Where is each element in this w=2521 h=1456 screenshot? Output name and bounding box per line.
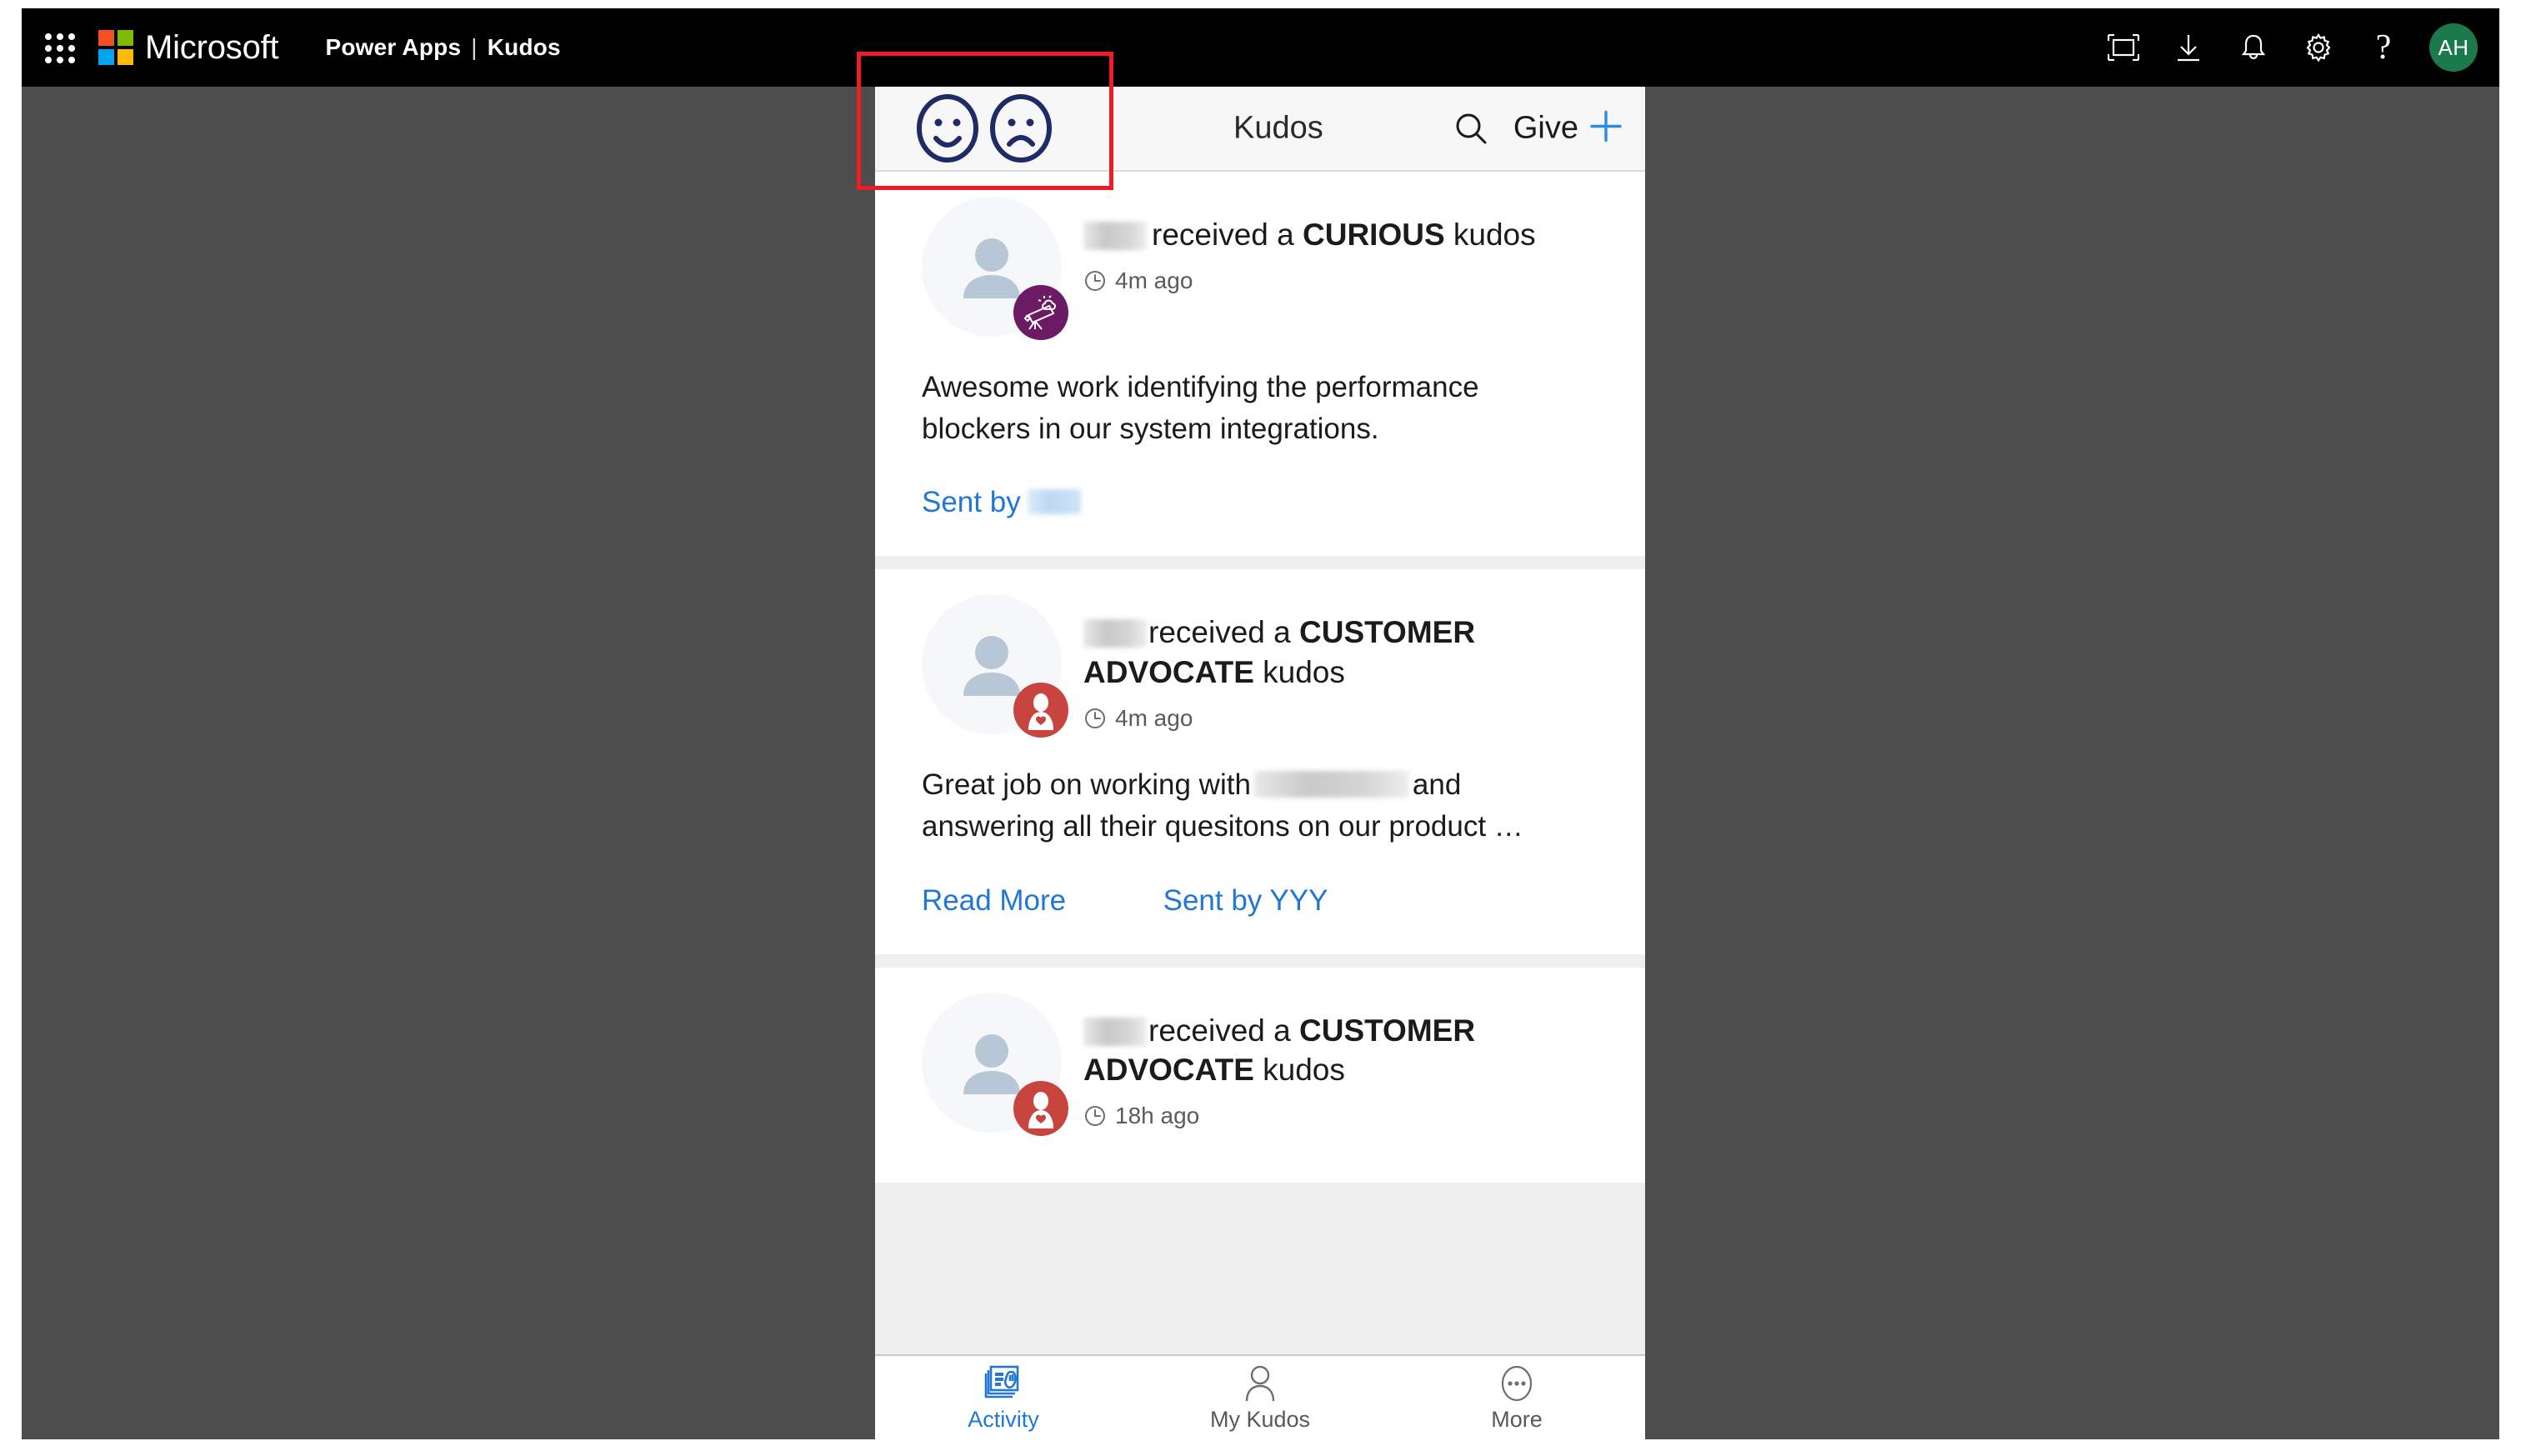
telescope-icon xyxy=(1013,285,1068,340)
help-question-icon[interactable]: ? xyxy=(2351,15,2416,80)
kudos-card-header: received a CUSTOMER ADVOCATE kudos xyxy=(875,992,1645,1136)
kudos-card-header: received a CUSTOMER ADVOCATE kudos xyxy=(875,594,1645,738)
customer-advocate-icon xyxy=(1013,683,1068,738)
sent-by-label: Sent by xyxy=(922,486,1021,519)
timestamp-label: 4m ago xyxy=(1115,268,1193,294)
microsoft-suite-bar: Microsoft Power Apps | Kudos ? AH xyxy=(22,8,2499,87)
screenshot-root: Microsoft Power Apps | Kudos ? AH Kudos … xyxy=(0,0,2521,1456)
customer-advocate-icon xyxy=(1013,1080,1068,1136)
timestamp-label: 18h ago xyxy=(1115,1103,1200,1129)
kudos-headline: received a CUSTOMER ADVOCATE kudos xyxy=(1083,613,1612,692)
received-text: received a xyxy=(1148,1013,1291,1048)
suite-bar-actions: ? AH xyxy=(2091,15,2478,80)
kudos-timestamp: 4m ago xyxy=(1083,705,1612,732)
plus-icon xyxy=(1587,108,1625,150)
nav-label-activity: Activity xyxy=(968,1406,1039,1432)
faces-toggle-region[interactable] xyxy=(915,93,1053,164)
nav-label-more: More xyxy=(1491,1406,1543,1432)
breadcrumb-page-name: Kudos xyxy=(487,34,561,60)
kudos-card[interactable]: received a CUSTOMER ADVOCATE kudos xyxy=(875,967,1645,1183)
notification-bell-icon[interactable] xyxy=(2221,15,2286,80)
avatar[interactable]: AH xyxy=(2429,23,2478,72)
card-spacer xyxy=(875,1133,1645,1183)
redacted-recipient-name xyxy=(1083,619,1147,648)
bottom-navigation: Activity My Kudos More xyxy=(875,1354,1645,1439)
kudos-suffix: kudos xyxy=(1453,218,1536,252)
clock-icon xyxy=(1083,269,1107,293)
nav-item-my-kudos[interactable]: My Kudos xyxy=(1132,1356,1388,1439)
kudos-body-before: Great job on working with xyxy=(922,768,1251,802)
microsoft-logo-icon xyxy=(98,30,133,65)
kudos-feed[interactable]: received a CURIOUS kudos 4m ago Awesome … xyxy=(875,172,1645,1354)
recipient-avatar xyxy=(922,992,1068,1136)
redacted-body-name xyxy=(1253,771,1409,798)
focus-mode-icon[interactable] xyxy=(2091,15,2156,80)
breadcrumb-app-name: Power Apps xyxy=(325,34,462,60)
card-spacer xyxy=(875,918,1645,954)
nav-item-more[interactable]: More xyxy=(1388,1356,1645,1439)
happy-face-icon[interactable] xyxy=(915,93,980,164)
person-icon xyxy=(1242,1363,1278,1403)
kudos-timestamp: 18h ago xyxy=(1083,1103,1612,1129)
redacted-recipient-name xyxy=(1083,1017,1147,1046)
app-launcher-icon[interactable] xyxy=(40,28,78,67)
recipient-avatar xyxy=(922,197,1068,340)
breadcrumb[interactable]: Power Apps | Kudos xyxy=(325,34,560,61)
kudos-app-panel: Kudos Give received a CURIOUS kudos 4m a… xyxy=(875,87,1645,1439)
app-header: Kudos Give xyxy=(875,87,1645,172)
nav-item-activity[interactable]: Activity xyxy=(875,1356,1132,1439)
kudos-timestamp: 4m ago xyxy=(1083,268,1612,294)
redacted-sender-name xyxy=(1027,489,1081,515)
kudos-body-text: Great job on working with and answering a… xyxy=(875,764,1645,847)
more-ellipsis-icon xyxy=(1498,1363,1536,1403)
kudos-headline: received a CUSTOMER ADVOCATE kudos xyxy=(1083,1011,1612,1090)
timestamp-label: 4m ago xyxy=(1115,705,1193,732)
kudos-card[interactable]: received a CUSTOMER ADVOCATE kudos xyxy=(875,569,1645,954)
sent-by-link[interactable]: Sent by xyxy=(875,486,1128,519)
clock-icon xyxy=(1083,1104,1107,1128)
kudos-headline: received a CURIOUS kudos xyxy=(1083,215,1612,254)
give-kudos-button[interactable]: Give xyxy=(1513,108,1625,150)
sent-by-link[interactable]: Sent by YYY xyxy=(1117,884,1375,918)
give-kudos-label: Give xyxy=(1513,110,1578,146)
kudos-card-header: received a CURIOUS kudos 4m ago xyxy=(875,197,1645,340)
sad-face-icon[interactable] xyxy=(988,93,1053,164)
download-icon[interactable] xyxy=(2156,15,2221,80)
clock-icon xyxy=(1083,707,1107,730)
activity-feed-icon xyxy=(983,1363,1024,1403)
kudos-card-heading: received a CUSTOMER ADVOCATE kudos xyxy=(1083,993,1612,1130)
kudos-suffix: kudos xyxy=(1263,1053,1345,1088)
microsoft-wordmark: Microsoft xyxy=(145,28,279,66)
card-spacer xyxy=(875,519,1645,556)
search-icon[interactable] xyxy=(1450,108,1492,149)
kudos-card-heading: received a CURIOUS kudos 4m ago xyxy=(1083,197,1612,294)
kudos-type: CURIOUS xyxy=(1303,218,1445,252)
settings-gear-icon[interactable] xyxy=(2286,15,2351,80)
received-text: received a xyxy=(1152,218,1294,252)
read-more-link[interactable]: Read More xyxy=(875,884,1113,918)
kudos-card-heading: received a CUSTOMER ADVOCATE kudos xyxy=(1083,594,1612,732)
redacted-recipient-name xyxy=(1083,222,1147,250)
breadcrumb-separator: | xyxy=(471,34,478,60)
kudos-card[interactable]: received a CURIOUS kudos 4m ago Awesome … xyxy=(875,172,1645,557)
recipient-avatar xyxy=(922,594,1068,738)
nav-label-my-kudos: My Kudos xyxy=(1209,1406,1311,1432)
kudos-suffix: kudos xyxy=(1263,654,1345,689)
help-question-glyph: ? xyxy=(2375,28,2392,67)
kudos-body-text: Awesome work identifying the performance… xyxy=(922,371,1479,445)
received-text: received a xyxy=(1148,615,1291,650)
page-title: Kudos xyxy=(1233,110,1323,146)
